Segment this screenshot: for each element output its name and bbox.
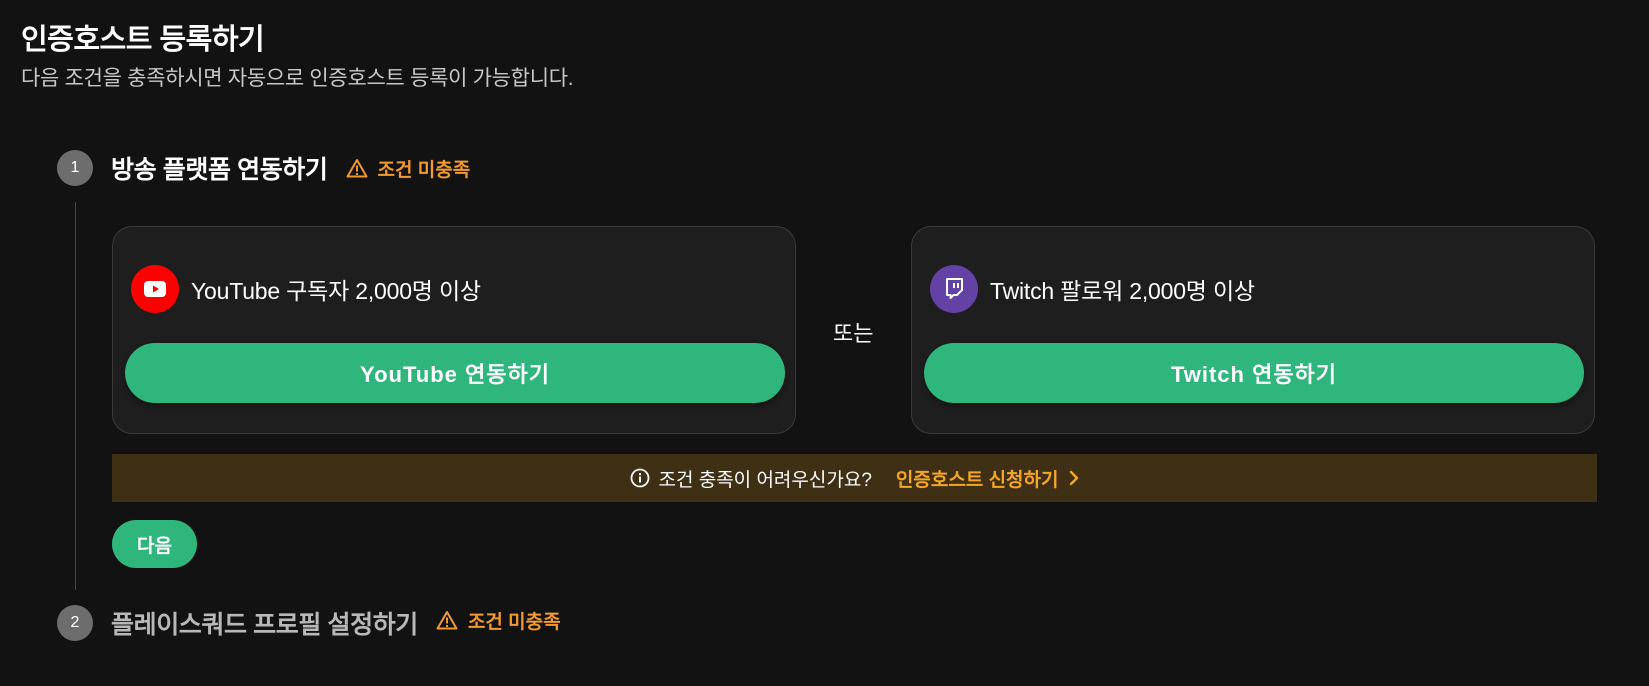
apply-link-label: 인증호스트 신청하기 — [895, 469, 1059, 491]
status-badge: 조건 미충족 — [436, 607, 561, 634]
step-title: 플레이스쿼드 프로필 설정하기 — [111, 611, 418, 639]
twitch-icon — [930, 265, 978, 313]
page-title: 인증호스트 등록하기 — [21, 24, 265, 56]
warning-icon — [346, 159, 367, 178]
step-2-header[interactable]: 2 플레이스쿼드 프로필 설정하기 조건 미충족 — [57, 605, 561, 641]
youtube-card-header: YouTube 구독자 2,000명 이상 — [131, 265, 481, 313]
step-title: 방송 플랫폼 연동하기 — [111, 156, 328, 184]
twitch-card: Twitch 팔로워 2,000명 이상 Twitch 연동하기 — [911, 226, 1595, 434]
or-separator: 또는 — [833, 321, 874, 346]
help-text: 조건 충족이 어려우신가요? — [658, 469, 872, 491]
warning-icon — [436, 611, 458, 630]
youtube-connect-button[interactable]: YouTube 연동하기 — [125, 343, 785, 403]
youtube-card: YouTube 구독자 2,000명 이상 YouTube 연동하기 — [112, 226, 796, 434]
apply-verified-host-link[interactable]: 인증호스트 신청하기 — [896, 465, 1079, 492]
info-icon — [631, 468, 650, 488]
page: 인증호스트 등록하기 다음 조건을 충족하시면 자동으로 인증호스트 등록이 가… — [0, 0, 1649, 686]
next-button[interactable]: 다음 — [112, 520, 197, 568]
page-subtitle: 다음 조건을 충족하시면 자동으로 인증호스트 등록이 가능합니다. — [21, 67, 574, 90]
twitch-requirement: Twitch 팔로워 2,000명 이상 — [990, 278, 1255, 304]
step-number: 1 — [57, 150, 93, 186]
status-text: 조건 미충족 — [377, 159, 471, 181]
step-1-header: 1 방송 플랫폼 연동하기 조건 미충족 — [57, 150, 470, 186]
step-connector-line — [75, 202, 76, 590]
twitch-card-header: Twitch 팔로워 2,000명 이상 — [930, 265, 1255, 313]
twitch-connect-button[interactable]: Twitch 연동하기 — [924, 343, 1584, 403]
status-badge: 조건 미충족 — [346, 155, 471, 182]
chevron-right-icon — [1069, 470, 1078, 486]
help-banner: 조건 충족이 어려우신가요? 인증호스트 신청하기 — [112, 454, 1597, 502]
step-number: 2 — [57, 605, 93, 641]
youtube-requirement: YouTube 구독자 2,000명 이상 — [191, 278, 481, 304]
status-text: 조건 미충족 — [467, 611, 561, 633]
youtube-icon — [131, 265, 179, 313]
